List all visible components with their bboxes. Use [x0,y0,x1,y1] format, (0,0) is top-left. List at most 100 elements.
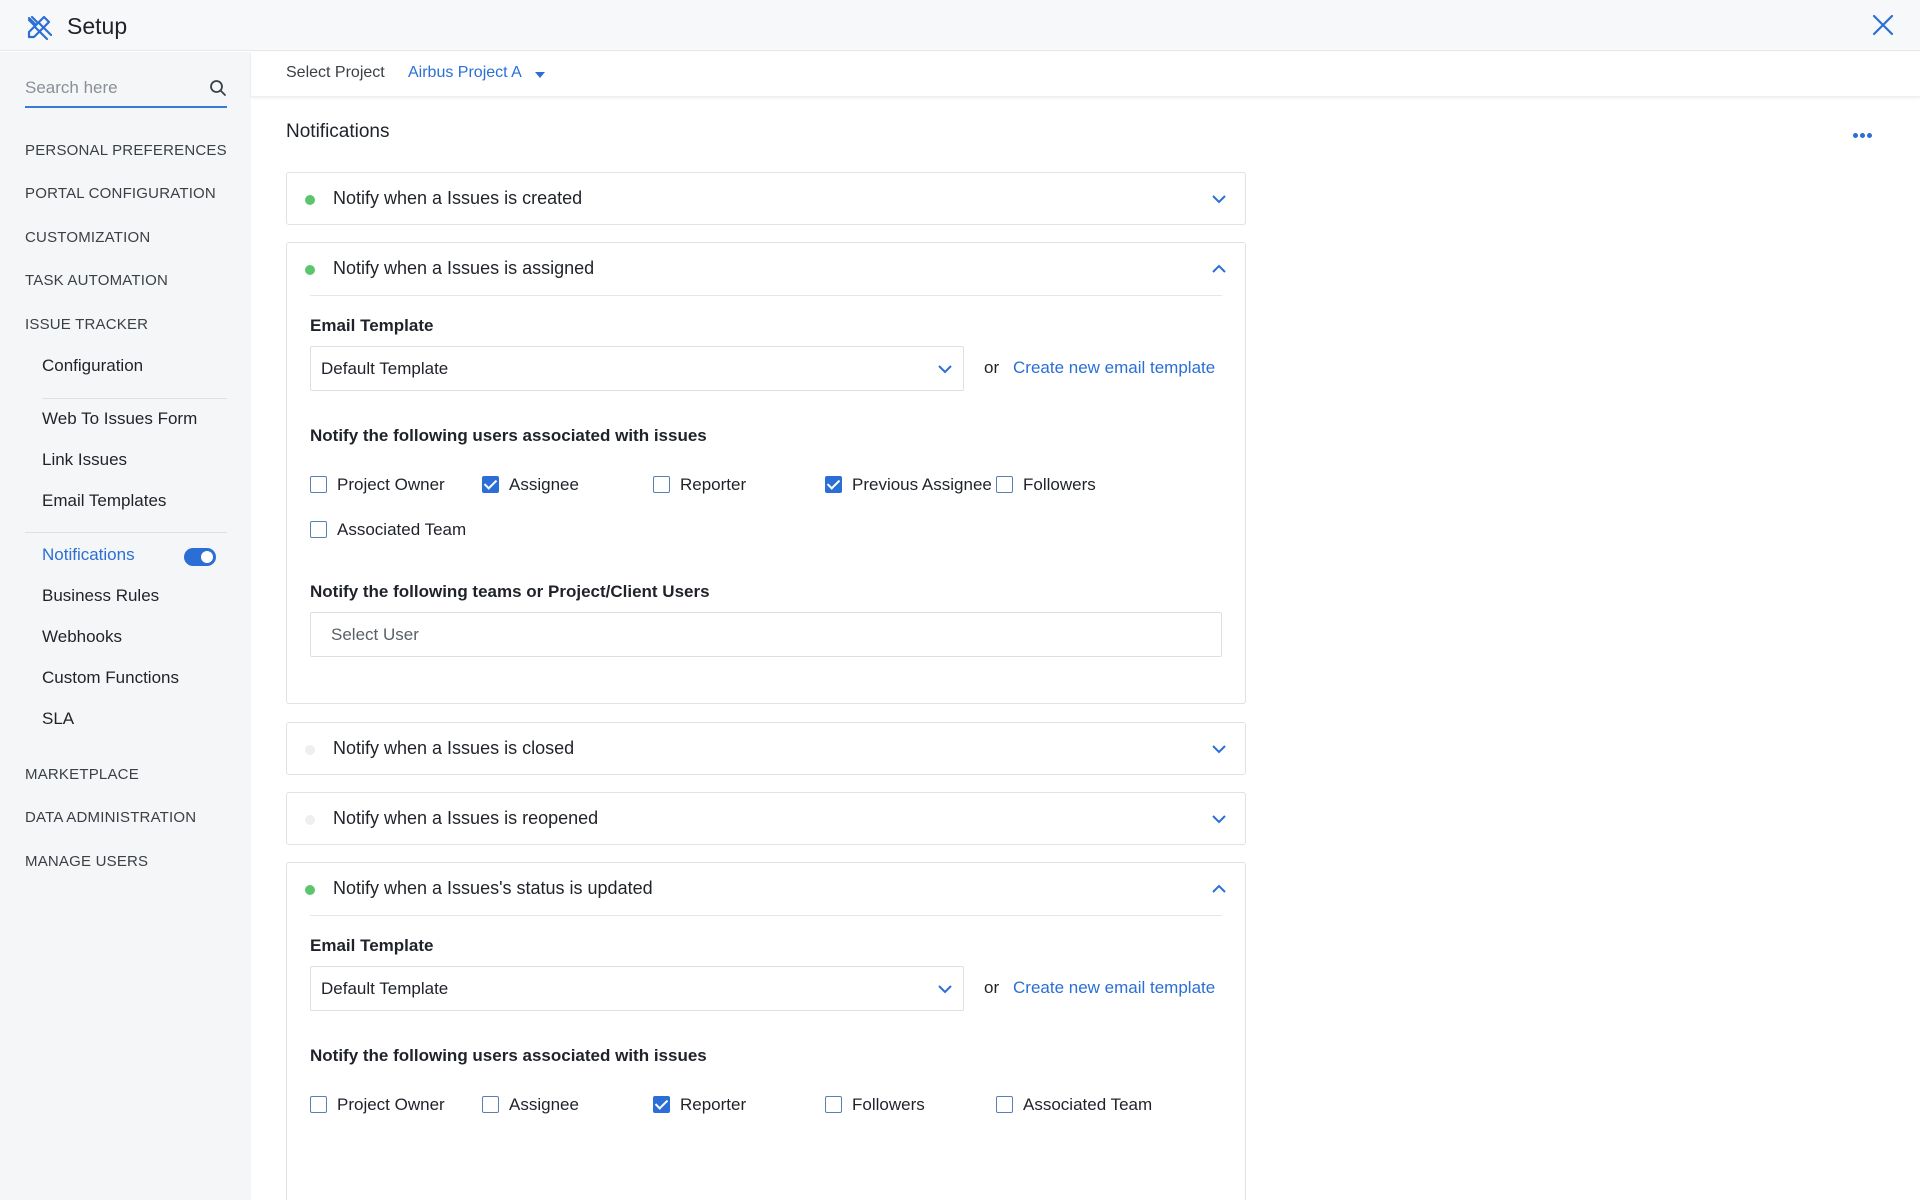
checkbox-label: Reporter [680,475,747,494]
notification-card-status-updated: Notify when a Issues's status is updated… [286,862,1246,1200]
sidebar-divider [25,532,227,533]
sidebar-item-webhooks[interactable]: Webhooks [42,627,122,647]
sidebar-section-manage-users[interactable]: MANAGE USERS [25,853,148,870]
more-options-icon[interactable] [1853,125,1875,138]
search-box [25,68,227,108]
sidebar-item-configuration[interactable]: Configuration [42,356,143,376]
checkbox-box[interactable] [482,1096,499,1113]
search-icon[interactable] [209,79,227,97]
checkbox-box[interactable] [653,1096,670,1113]
status-dot [305,195,315,205]
card-title: Notify when a Issues is reopened [333,808,599,828]
checkbox-label: Reporter [680,1095,747,1114]
checkbox-box[interactable] [310,476,327,493]
notifications-toggle[interactable] [184,548,216,566]
card-header[interactable]: Notify when a Issues is assigned [287,243,1245,295]
create-email-template-link[interactable]: Create new email template [1013,978,1215,998]
checkbox-followers[interactable]: Followers [825,1094,945,1116]
notification-card-reopened: Notify when a Issues is reopened [286,792,1246,845]
notification-card-assigned: Notify when a Issues is assigned Email T… [286,242,1246,704]
sidebar-item-web-to-issues-form[interactable]: Web To Issues Form [42,409,197,429]
checkbox-label: Assignee [509,1095,579,1114]
card-body: Email Template Default Template or Creat… [310,295,1222,700]
checkbox-box[interactable] [653,476,670,493]
card-title: Notify when a Issues is created [333,188,583,208]
chevron-down-icon [938,985,952,994]
email-template-label: Email Template [310,316,434,335]
sidebar: PERSONAL PREFERENCES PORTAL CONFIGURATIO… [0,52,251,1200]
or-text: or [984,978,1000,997]
notification-card-closed: Notify when a Issues is closed [286,722,1246,775]
chevron-up-icon[interactable] [1211,881,1227,897]
top-bar: Setup [0,0,1920,51]
select-project-label: Select Project [286,64,385,81]
sidebar-section-task-automation[interactable]: TASK AUTOMATION [25,272,168,289]
notify-users-label: Notify the following users associated wi… [310,426,707,445]
checkbox-box[interactable] [310,1096,327,1113]
search-input[interactable] [25,78,195,98]
card-header[interactable]: Notify when a Issues's status is updated [287,863,1245,915]
checkbox-followers[interactable]: Followers [996,474,1116,496]
sidebar-item-business-rules[interactable]: Business Rules [42,586,159,606]
email-template-label: Email Template [310,936,434,955]
chevron-down-icon [938,365,952,374]
status-dot [305,815,315,825]
checkbox-box[interactable] [996,1096,1013,1113]
checkbox-assignee[interactable]: Assignee [482,474,602,496]
create-email-template-link[interactable]: Create new email template [1013,358,1215,378]
caret-down-icon[interactable] [535,72,545,78]
sidebar-section-issue-tracker[interactable]: ISSUE TRACKER [25,316,148,333]
sidebar-section-personal-preferences[interactable]: PERSONAL PREFERENCES [25,142,227,159]
checkbox-reporter[interactable]: Reporter [653,1094,773,1116]
close-icon[interactable] [1872,14,1894,36]
checkbox-label: Associated Team [337,520,467,539]
card-header[interactable]: Notify when a Issues is created [287,173,1245,225]
notification-card-created: Notify when a Issues is created [286,172,1246,225]
checkbox-label: Assignee [509,475,579,494]
card-header[interactable]: Notify when a Issues is closed [287,723,1245,775]
or-text: or [984,358,1000,377]
sidebar-section-data-administration[interactable]: DATA ADMINISTRATION [25,809,196,826]
checkbox-label: Project Owner [337,1095,445,1114]
sidebar-item-sla[interactable]: SLA [42,709,74,729]
email-template-value: Default Template [321,359,449,378]
checkbox-assignee[interactable]: Assignee [482,1094,602,1116]
sidebar-item-link-issues[interactable]: Link Issues [42,450,127,470]
checkbox-label: Followers [1023,475,1096,494]
chevron-down-icon[interactable] [1211,191,1227,207]
email-template-select[interactable]: Default Template [310,966,964,1011]
sidebar-section-portal-configuration[interactable]: PORTAL CONFIGURATION [25,185,216,202]
project-dropdown[interactable]: Airbus Project A [408,64,522,82]
project-bar: Select Project Airbus Project A [251,52,1920,97]
checkbox-associated-team[interactable]: Associated Team [310,519,470,541]
sidebar-section-marketplace[interactable]: MARKETPLACE [25,766,139,783]
card-title: Notify when a Issues is closed [333,738,575,758]
select-user-placeholder: Select User [331,625,419,644]
page-header-title: Setup [67,13,128,39]
checkbox-box[interactable] [825,1096,842,1113]
checkbox-project-owner[interactable]: Project Owner [310,474,450,496]
sidebar-item-email-templates[interactable]: Email Templates [42,491,166,511]
notify-teams-label: Notify the following teams or Project/Cl… [310,582,710,601]
checkbox-box[interactable] [825,476,842,493]
checkbox-box[interactable] [482,476,499,493]
checkbox-project-owner[interactable]: Project Owner [310,1094,450,1116]
checkbox-box[interactable] [996,476,1013,493]
status-dot [305,265,315,275]
chevron-up-icon[interactable] [1211,261,1227,277]
select-user-input[interactable]: Select User [310,612,1222,657]
card-header[interactable]: Notify when a Issues is reopened [287,793,1245,845]
chevron-down-icon[interactable] [1211,741,1227,757]
checkbox-reporter[interactable]: Reporter [653,474,773,496]
chevron-down-icon[interactable] [1211,811,1227,827]
sidebar-divider [42,398,227,399]
sidebar-item-custom-functions[interactable]: Custom Functions [42,668,179,688]
checkbox-label: Previous Assignee [852,475,992,494]
email-template-select[interactable]: Default Template [310,346,964,391]
sidebar-item-notifications[interactable]: Notifications [42,545,135,565]
checkbox-associated-team[interactable]: Associated Team [996,1094,1156,1116]
sidebar-section-customization[interactable]: CUSTOMIZATION [25,229,150,246]
checkbox-box[interactable] [310,521,327,538]
checkbox-previous-assignee[interactable]: Previous Assignee [825,474,992,496]
notify-users-label: Notify the following users associated wi… [310,1046,707,1065]
